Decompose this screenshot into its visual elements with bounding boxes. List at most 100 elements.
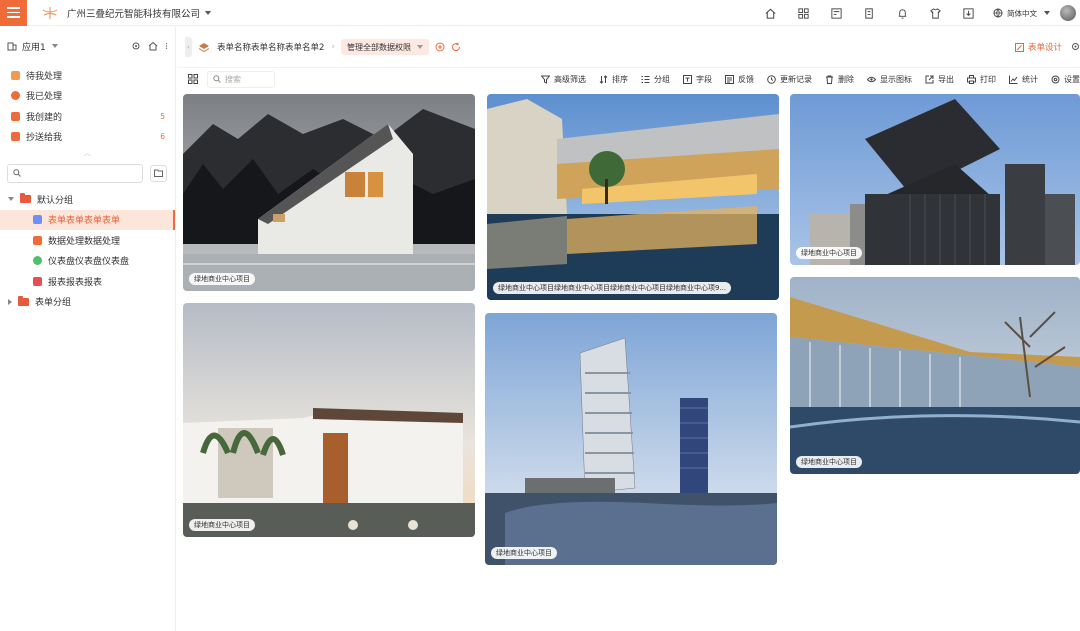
tree-group-form[interactable]: 表单分组 bbox=[0, 292, 175, 313]
toolbar: 搜索 高级筛选 排序 分组 字段 反馈 更新记录 删除 显示图标 导出 打印 统… bbox=[177, 68, 1080, 90]
card-image bbox=[790, 94, 1080, 265]
card-caption: 绿地商业中心项目绿地商业中心项目绿地商业中心项目绿地商业中心项9... bbox=[493, 282, 732, 294]
history-icon bbox=[767, 74, 776, 84]
action-label: 反馈 bbox=[738, 74, 754, 84]
card-image bbox=[485, 313, 777, 565]
created-icon bbox=[11, 111, 20, 121]
permission-selector[interactable]: 管理全部数据权限 bbox=[341, 39, 430, 55]
refresh-icon[interactable] bbox=[451, 42, 461, 52]
download-icon[interactable] bbox=[960, 5, 976, 21]
language-dropdown-icon bbox=[1044, 11, 1050, 15]
tree-item-data-processing[interactable]: 数据处理数据处理 bbox=[0, 230, 175, 251]
tree-group-default[interactable]: 默认分组 bbox=[0, 189, 175, 210]
home-icon[interactable] bbox=[762, 5, 778, 21]
export-button[interactable]: 导出 bbox=[925, 74, 954, 85]
company-logo-icon bbox=[41, 4, 59, 22]
field-button[interactable]: 字段 bbox=[683, 74, 712, 85]
gear-icon[interactable] bbox=[1071, 42, 1080, 51]
feedback-button[interactable]: 反馈 bbox=[725, 74, 754, 85]
user-avatar[interactable] bbox=[1060, 5, 1076, 21]
gallery-card[interactable]: 绿地商业中心项目 bbox=[183, 303, 475, 537]
folder-icon bbox=[20, 193, 31, 204]
language-switcher[interactable]: 简体中文 bbox=[993, 8, 1050, 19]
tree-item-dashboard[interactable]: 仪表盘仪表盘仪表盘 bbox=[0, 251, 175, 272]
collapse-up-icon[interactable]: ︿ bbox=[0, 147, 175, 159]
pending-icon bbox=[11, 70, 20, 80]
tree-item-label: 表单表单表单表单 bbox=[48, 216, 121, 227]
gallery-card[interactable]: 绿地商业中心项目 bbox=[183, 94, 475, 291]
action-label: 更新记录 bbox=[780, 74, 812, 84]
collapse-sidebar-button[interactable]: ‹ bbox=[185, 37, 192, 57]
card-image bbox=[790, 277, 1080, 474]
sidebar-item-pending[interactable]: 待我处理 bbox=[0, 65, 175, 86]
print-button[interactable]: 打印 bbox=[967, 74, 996, 85]
action-label: 统计 bbox=[1022, 74, 1038, 84]
toolbar-actions: 高级筛选 排序 分组 字段 反馈 更新记录 删除 显示图标 导出 打印 统计 设… bbox=[528, 68, 1080, 90]
search-icon bbox=[213, 75, 221, 83]
gallery-card[interactable]: 绿地商业中心项目绿地商业中心项目绿地商业中心项目绿地商业中心项9... bbox=[487, 94, 779, 300]
settings-button[interactable]: 设置 bbox=[1051, 74, 1080, 85]
form-stack-icon bbox=[198, 43, 210, 53]
action-label: 显示图标 bbox=[880, 74, 912, 84]
delete-button[interactable]: 删除 bbox=[825, 74, 854, 85]
company-dropdown-icon[interactable] bbox=[205, 10, 212, 15]
sidebar-item-cc[interactable]: 抄送给我 6 bbox=[0, 127, 175, 148]
sidebar-item-label: 待我处理 bbox=[26, 71, 63, 82]
permission-label: 管理全部数据权限 bbox=[347, 42, 412, 52]
sidebar-item-processed[interactable]: 我已处理 bbox=[0, 86, 175, 107]
advanced-filter-button[interactable]: 高级筛选 bbox=[541, 74, 586, 85]
field-icon bbox=[683, 74, 692, 84]
count-badge: 6 bbox=[160, 132, 165, 142]
action-label: 删除 bbox=[838, 74, 854, 84]
count-badge: 5 bbox=[160, 111, 165, 121]
chart-icon bbox=[1009, 75, 1018, 84]
tree-item-label: 仪表盘仪表盘仪表盘 bbox=[48, 257, 130, 268]
sidebar-item-label: 我已处理 bbox=[26, 92, 63, 103]
add-folder-button[interactable] bbox=[150, 164, 167, 182]
filter-icon bbox=[541, 75, 550, 84]
expand-icon[interactable] bbox=[8, 197, 14, 202]
app-selector[interactable]: 应用1 bbox=[22, 40, 46, 53]
settings-icon[interactable] bbox=[131, 41, 141, 51]
apps-icon[interactable] bbox=[795, 5, 811, 21]
tree-item-report[interactable]: 报表报表报表 bbox=[0, 271, 175, 292]
grid-view-icon[interactable] bbox=[187, 73, 199, 85]
sidebar-item-created[interactable]: 我创建的 5 bbox=[0, 106, 175, 127]
top-bar: 广州三叠纪元智能科技有限公司 简体中文 bbox=[0, 0, 1080, 26]
sidebar-search-input[interactable] bbox=[7, 163, 143, 183]
app-dropdown-icon[interactable] bbox=[51, 44, 58, 48]
card-caption: 绿地商业中心项目 bbox=[796, 456, 862, 468]
show-icons-button[interactable]: 显示图标 bbox=[867, 74, 912, 85]
search-input[interactable]: 搜索 bbox=[207, 70, 275, 88]
gallery-card[interactable]: 绿地商业中心项目 bbox=[790, 277, 1080, 474]
breadcrumb: ‹ 表单名称表单名称表单名单2 › 管理全部数据权限 表单设计 bbox=[177, 27, 1080, 68]
bell-icon[interactable] bbox=[894, 5, 910, 21]
more-icon[interactable] bbox=[165, 41, 168, 51]
card-caption: 绿地商业中心项目 bbox=[796, 247, 862, 259]
history-button[interactable]: 更新记录 bbox=[767, 74, 812, 85]
group-button[interactable]: 分组 bbox=[641, 74, 670, 85]
chevron-right-icon: › bbox=[331, 42, 336, 52]
action-label: 打印 bbox=[980, 74, 996, 84]
card-icon[interactable] bbox=[828, 5, 844, 21]
company-name[interactable]: 广州三叠纪元智能科技有限公司 bbox=[67, 6, 200, 20]
expand-icon[interactable] bbox=[8, 298, 12, 305]
statistics-button[interactable]: 统计 bbox=[1009, 74, 1038, 85]
document-icon[interactable] bbox=[861, 5, 877, 21]
shirt-icon[interactable] bbox=[927, 5, 943, 21]
gallery-card[interactable]: 绿地商业中心项目 bbox=[790, 94, 1080, 265]
form-design-button[interactable]: 表单设计 bbox=[1014, 41, 1062, 53]
action-label: 字段 bbox=[696, 74, 712, 84]
add-circle-icon[interactable] bbox=[435, 42, 445, 52]
sort-icon bbox=[599, 74, 608, 84]
folder-add-icon bbox=[154, 169, 163, 177]
home-icon[interactable] bbox=[148, 41, 158, 51]
action-label: 分组 bbox=[654, 74, 670, 84]
tree-item-form[interactable]: 表单表单表单表单 bbox=[0, 209, 175, 230]
sort-button[interactable]: 排序 bbox=[599, 74, 628, 85]
feedback-icon bbox=[725, 74, 734, 84]
check-icon bbox=[11, 91, 20, 101]
search-placeholder: 搜索 bbox=[225, 74, 241, 84]
menu-toggle-button[interactable] bbox=[0, 0, 27, 26]
gallery-card[interactable]: 绿地商业中心项目 bbox=[485, 313, 777, 565]
